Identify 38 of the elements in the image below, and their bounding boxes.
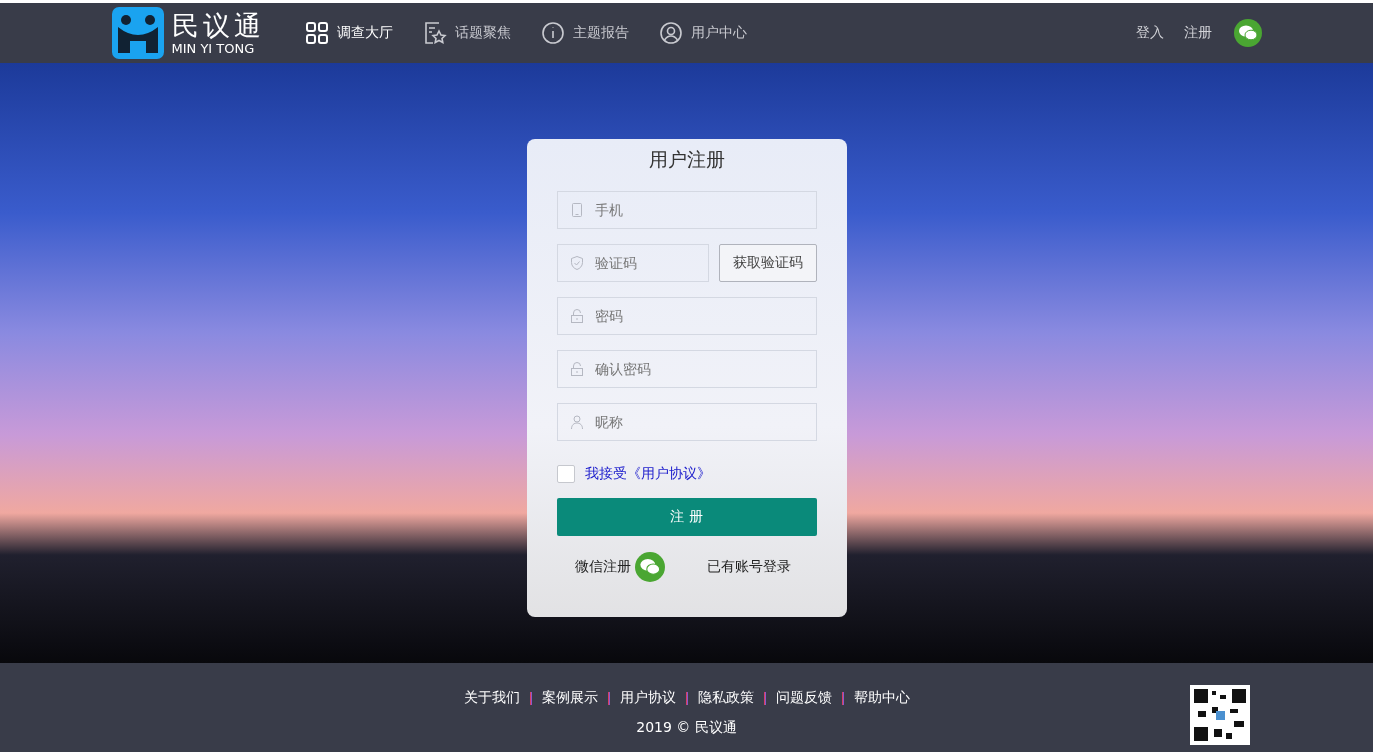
logo-subtitle: MIN YI TONG bbox=[171, 41, 256, 55]
login-link[interactable]: 已有账号登录 bbox=[706, 558, 791, 576]
agreement-link[interactable]: 我接受《用户协议》 bbox=[584, 465, 711, 483]
auth-link[interactable]: 注册 bbox=[1183, 24, 1212, 42]
register-button[interactable]: 注 册 bbox=[556, 498, 817, 536]
input-field[interactable]: 手机 bbox=[556, 191, 817, 229]
lock-icon bbox=[568, 308, 585, 324]
user-icon bbox=[658, 21, 683, 45]
input-field[interactable]: 密码 bbox=[556, 297, 817, 335]
input-field[interactable]: 昵称 bbox=[556, 403, 817, 441]
footer-link[interactable]: 隐私政策 bbox=[697, 689, 754, 707]
footer-link[interactable]: 问题反馈 bbox=[775, 689, 832, 707]
logo-name: 民议通 bbox=[171, 11, 265, 39]
footer-link[interactable]: 用户协议 bbox=[619, 689, 676, 707]
agree-checkbox[interactable] bbox=[556, 465, 575, 483]
person-icon bbox=[568, 414, 585, 430]
footer-link[interactable]: 关于我们 bbox=[463, 689, 520, 707]
wechat-register-link[interactable]: 微信注册 bbox=[574, 558, 631, 576]
nav-link[interactable]: 用户中心 bbox=[658, 21, 747, 45]
auth-link[interactable]: 登入 bbox=[1135, 24, 1164, 42]
copyright-text: 2019 © 民议通 bbox=[636, 719, 737, 737]
form-title: 用户注册 bbox=[647, 147, 726, 172]
qr-code-icon bbox=[1190, 685, 1250, 745]
nav-link[interactable]: 调查大厅 bbox=[304, 21, 393, 45]
nav-link[interactable]: 话题聚焦 bbox=[422, 21, 511, 45]
logo-icon bbox=[111, 7, 164, 59]
nav-link[interactable]: 主题报告 bbox=[540, 21, 629, 45]
star-document-icon bbox=[422, 21, 447, 45]
footer-link[interactable]: 案例展示 bbox=[541, 689, 598, 707]
input-field[interactable]: 确认密码 bbox=[556, 350, 817, 388]
wechat-icon[interactable] bbox=[1233, 19, 1262, 47]
footer-link[interactable]: 帮助中心 bbox=[853, 689, 910, 707]
input-field[interactable]: 验证码 bbox=[556, 244, 709, 282]
shield-icon bbox=[568, 255, 585, 271]
grid-icon bbox=[304, 21, 329, 45]
get-code-button[interactable]: 获取验证码 bbox=[718, 244, 817, 282]
info-icon bbox=[540, 21, 565, 45]
lock-icon bbox=[568, 361, 585, 377]
